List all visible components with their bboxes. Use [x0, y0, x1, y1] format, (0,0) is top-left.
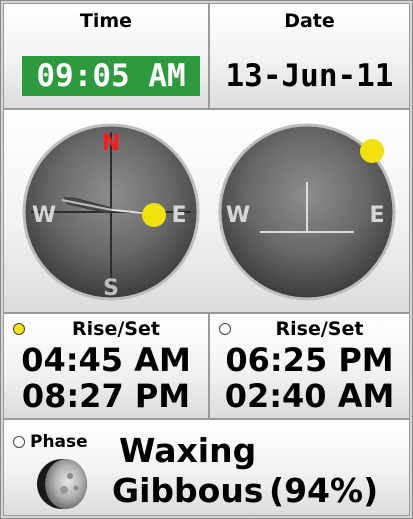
phase-illumination-percent: (94%) [269, 471, 379, 510]
sun-rise-set-header: Rise/Set [72, 318, 160, 340]
moon-phase-panel[interactable]: Phase Waxing Gibbous (94%) [3, 419, 410, 516]
compass-south-label: S [103, 276, 119, 301]
compass-west-label: W [32, 203, 56, 228]
date-header: Date [284, 10, 335, 32]
horizon-west-label: W [226, 203, 250, 228]
sky-panel: N S W E W E [3, 109, 410, 313]
date-value: 13-Jun-11 [225, 58, 394, 94]
compass-dial: N S W E [22, 123, 200, 301]
sun-set-time: 08:27 PM [21, 377, 191, 415]
sun-position-marker [142, 203, 166, 227]
phase-label: Phase [30, 432, 88, 452]
moon-phase-icon [37, 459, 87, 509]
phase-name-line1: Waxing [119, 431, 257, 470]
moon-phase-indicator-icon [13, 436, 25, 448]
horizon-east-label: E [369, 203, 384, 228]
time-highlight: 09:05 AM [22, 56, 200, 96]
phase-name-line2: Gibbous [112, 471, 264, 510]
app-frame: Time 09:05 AM Date 13-Jun-11 N S W E W E… [0, 0, 413, 519]
moon-rise-time: 06:25 PM [225, 341, 394, 379]
sun-altitude-marker [360, 139, 384, 163]
moon-rise-set-panel[interactable]: Rise/Set 06:25 PM 02:40 AM [209, 313, 410, 419]
moon-rise-set-header: Rise/Set [275, 318, 364, 340]
compass-north-label: N [102, 131, 120, 156]
time-value: 09:05 AM [36, 58, 186, 94]
date-panel[interactable]: Date 13-Jun-11 [209, 3, 410, 109]
time-header: Time [79, 10, 133, 32]
horizon-dial: W E [218, 123, 396, 301]
compass-east-label: E [171, 203, 186, 228]
sun-rise-set-panel[interactable]: Rise/Set 04:45 AM 08:27 PM [3, 313, 209, 419]
sky-graphics: N S W E W E [22, 123, 396, 301]
moon-set-time: 02:40 AM [224, 377, 395, 415]
time-panel[interactable]: Time 09:05 AM [3, 3, 209, 109]
sun-rise-time: 04:45 AM [21, 341, 191, 379]
